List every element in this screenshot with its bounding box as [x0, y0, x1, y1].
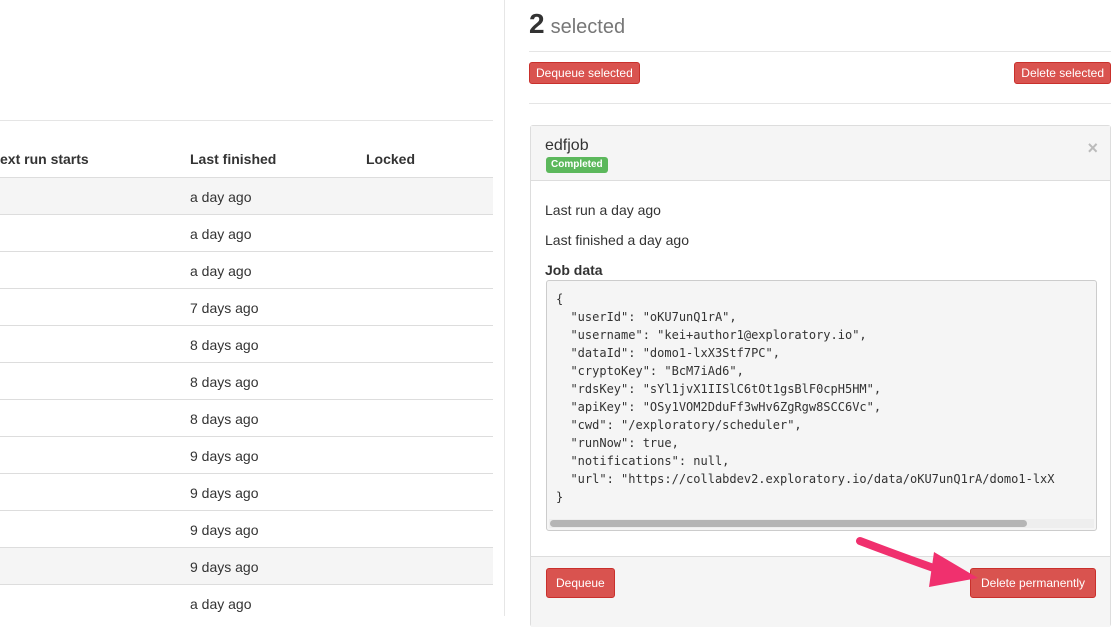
code-line: "url": "https://collabdev2.exploratory.i… — [556, 472, 1055, 486]
code-line: "cryptoKey": "BcM7iAd6", — [556, 364, 744, 378]
table-header: ext run starts Last finished Locked — [0, 141, 493, 179]
last-finished-cell: a day ago — [190, 226, 252, 242]
table-row[interactable]: a day ago — [0, 585, 493, 616]
scrollbar-thumb[interactable] — [550, 520, 1027, 527]
selection-panel: 2 selected Dequeue selected Delete select… — [529, 0, 1117, 627]
table-row[interactable]: 8 days ago — [0, 363, 493, 400]
divider — [529, 51, 1111, 52]
code-line: "dataId": "domo1-lxX3Stf7PC", — [556, 346, 780, 360]
delete-permanently-button[interactable]: Delete permanently — [970, 568, 1097, 598]
code-line: "username": "kei+author1@exploratory.io"… — [556, 328, 867, 342]
panel-divider — [504, 0, 505, 616]
last-finished-cell: 8 days ago — [190, 337, 259, 353]
jobs-table: ext run starts Last finished Locked a da… — [0, 0, 493, 616]
table-row[interactable]: a day ago — [0, 178, 493, 215]
job-detail-card: edfjob Completed × Last run a day ago La… — [530, 125, 1111, 627]
code-line: "cwd": "/exploratory/scheduler", — [556, 418, 802, 432]
status-badge: Completed — [546, 157, 608, 173]
table-row[interactable]: 9 days ago — [0, 437, 493, 474]
table-row[interactable]: 8 days ago — [0, 326, 493, 363]
code-line: "rdsKey": "sYl1jvX1IISlC6tOt1gsBlF0cpH5H… — [556, 382, 882, 396]
job-card-header: edfjob Completed × — [531, 126, 1110, 181]
selected-count: 2 — [529, 8, 545, 39]
code-line: } — [556, 490, 564, 504]
code-line: "apiKey": "OSy1VOM2DduFf3wHv6ZgRgw8SCC6V… — [556, 400, 882, 414]
code-line: "userId": "oKU7unQ1rA", — [556, 310, 737, 324]
selection-header: 2 selected — [529, 8, 625, 40]
dequeue-selected-button[interactable]: Dequeue selected — [529, 62, 640, 84]
code-line: "notifications": null, — [556, 454, 730, 468]
column-header-next-run[interactable]: ext run starts — [0, 151, 89, 167]
last-finished-cell: 8 days ago — [190, 411, 259, 427]
column-header-locked[interactable]: Locked — [366, 151, 415, 167]
code-line: "runNow": true, — [556, 436, 679, 450]
last-finished-cell: a day ago — [190, 596, 252, 612]
delete-selected-button[interactable]: Delete selected — [1014, 62, 1111, 84]
last-finished-cell: a day ago — [190, 263, 252, 279]
table-row[interactable]: a day ago — [0, 215, 493, 252]
last-finished-text: Last finished a day ago — [545, 232, 689, 248]
table-row[interactable]: 9 days ago — [0, 474, 493, 511]
table-row[interactable]: a day ago — [0, 252, 493, 289]
table-row[interactable]: 9 days ago — [0, 548, 493, 585]
job-data-json: { "userId": "oKU7unQ1rA", "username": "k… — [556, 290, 1055, 506]
last-finished-cell: 9 days ago — [190, 448, 259, 464]
divider — [0, 120, 493, 121]
divider — [529, 103, 1111, 104]
last-finished-cell: a day ago — [190, 189, 252, 205]
last-finished-cell: 9 days ago — [190, 485, 259, 501]
close-icon[interactable]: × — [1087, 138, 1098, 159]
last-finished-cell: 9 days ago — [190, 559, 259, 575]
selected-label: selected — [550, 16, 626, 38]
dequeue-button[interactable]: Dequeue — [546, 568, 615, 598]
column-header-last-finished[interactable]: Last finished — [190, 151, 276, 167]
table-row[interactable]: 7 days ago — [0, 289, 493, 326]
last-finished-cell: 8 days ago — [190, 374, 259, 390]
table-row[interactable]: 9 days ago — [0, 511, 493, 548]
job-data-label: Job data — [545, 262, 603, 278]
last-finished-cell: 9 days ago — [190, 522, 259, 538]
last-finished-cell: 7 days ago — [190, 300, 259, 316]
last-run-text: Last run a day ago — [545, 202, 661, 218]
job-card-footer: Dequeue Delete permanently — [531, 556, 1110, 627]
job-data-code-block[interactable]: { "userId": "oKU7unQ1rA", "username": "k… — [546, 280, 1097, 531]
code-line: { — [556, 292, 564, 306]
job-name: edfjob — [545, 137, 589, 154]
table-body: a day ago a day ago a day ago 7 days ago… — [0, 178, 493, 616]
table-row[interactable]: 8 days ago — [0, 400, 493, 437]
